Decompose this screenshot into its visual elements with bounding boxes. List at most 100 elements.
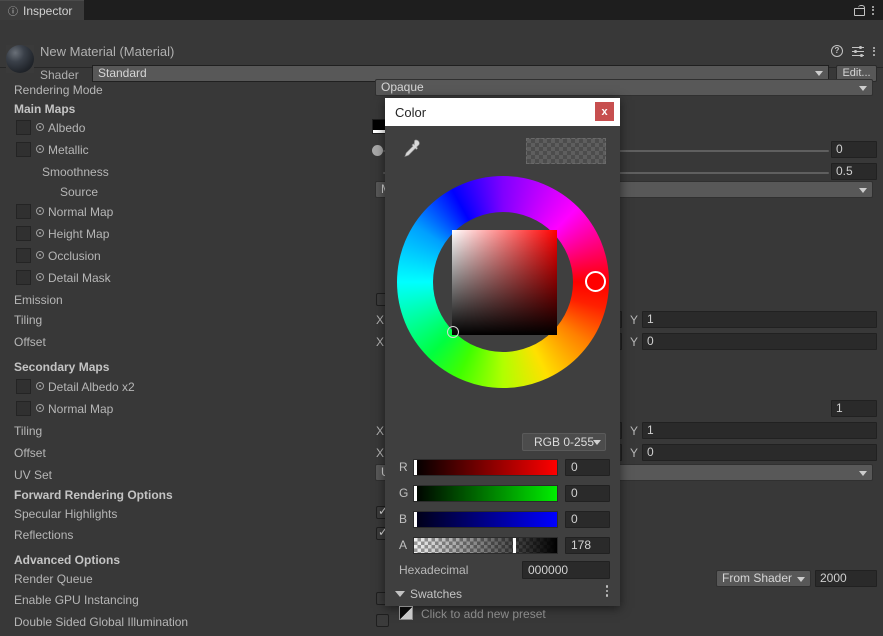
smoothness-value-field[interactable]: 0.5 bbox=[831, 163, 877, 180]
rendering-mode-dropdown[interactable]: Opaque bbox=[375, 79, 873, 96]
main-tiling-x-label: X bbox=[376, 313, 385, 327]
lock-icon[interactable] bbox=[854, 4, 865, 16]
channel-b-slider[interactable] bbox=[413, 511, 558, 528]
channel-row-r: R 0 bbox=[385, 457, 620, 479]
main-tiling-label: Tiling bbox=[14, 313, 43, 327]
chevron-down-icon bbox=[593, 440, 601, 445]
secondary-offset-label: Offset bbox=[14, 446, 46, 460]
info-icon: ⓘ bbox=[8, 7, 18, 18]
channel-r-field[interactable]: 0 bbox=[565, 459, 610, 476]
add-preset-swatch-button[interactable] bbox=[399, 606, 413, 620]
double-sided-gi-checkbox[interactable] bbox=[376, 614, 389, 627]
material-kebab-menu-icon[interactable] bbox=[873, 46, 875, 56]
detail-mask-texture-slot[interactable] bbox=[16, 270, 31, 285]
channel-row-g: G 0 bbox=[385, 483, 620, 505]
channel-r-knob[interactable] bbox=[414, 460, 417, 475]
main-offset-label: Offset bbox=[14, 335, 46, 349]
swatches-kebab-menu-icon[interactable] bbox=[605, 585, 608, 597]
specular-highlights-label: Specular Highlights bbox=[14, 507, 118, 521]
channel-a-knob[interactable] bbox=[513, 538, 516, 553]
albedo-select-icon[interactable] bbox=[36, 123, 44, 131]
saturation-value-square[interactable] bbox=[452, 230, 557, 335]
rendering-mode-label: Rendering Mode bbox=[14, 83, 103, 97]
tab-inspector-label: Inspector bbox=[23, 3, 73, 18]
channel-b-knob[interactable] bbox=[414, 512, 417, 527]
channel-g-slider[interactable] bbox=[413, 485, 558, 502]
channel-a-slider[interactable] bbox=[413, 537, 558, 554]
channel-b-label: B bbox=[399, 512, 408, 526]
main-tiling-y-field[interactable]: 1 bbox=[642, 311, 877, 328]
advanced-options-header: Advanced Options bbox=[14, 553, 121, 567]
channel-g-knob[interactable] bbox=[414, 486, 417, 501]
metallic-value-field[interactable]: 0 bbox=[831, 141, 877, 158]
render-queue-label: Render Queue bbox=[14, 572, 93, 586]
eyedropper-icon[interactable] bbox=[399, 138, 421, 160]
tab-bar-icons bbox=[854, 4, 883, 16]
material-title: New Material (Material) bbox=[40, 44, 175, 59]
emission-label: Emission bbox=[14, 293, 63, 307]
color-picker-titlebar[interactable]: Color x bbox=[385, 98, 620, 126]
main-offset-y-field[interactable]: 0 bbox=[642, 333, 877, 350]
secondary-tiling-y-field[interactable]: 1 bbox=[642, 422, 877, 439]
preset-icon[interactable] bbox=[852, 45, 864, 57]
occlusion-texture-slot[interactable] bbox=[16, 248, 31, 263]
color-picker-body: RGB 0-255 R 0 G 0 B 0 A 178 Hexadecimal … bbox=[385, 126, 620, 621]
detail-albedo-select-icon[interactable] bbox=[36, 382, 44, 390]
tab-inspector[interactable]: ⓘ Inspector bbox=[0, 0, 85, 20]
channel-r-slider[interactable] bbox=[413, 459, 558, 476]
secondary-maps-header: Secondary Maps bbox=[14, 360, 110, 374]
secondary-normal-map-texture-slot[interactable] bbox=[16, 401, 31, 416]
channel-g-label: G bbox=[399, 486, 409, 500]
hexadecimal-label: Hexadecimal bbox=[399, 563, 469, 577]
channel-r-label: R bbox=[399, 460, 408, 474]
color-picker-dialog: Color x RGB 0-255 R 0 G 0 B 0 A 178 Hexa… bbox=[385, 98, 620, 621]
render-queue-mode-dropdown[interactable]: From Shader bbox=[716, 570, 811, 587]
color-wheel[interactable] bbox=[390, 176, 615, 401]
render-queue-value-field[interactable]: 2000 bbox=[815, 570, 877, 587]
color-alpha-preview bbox=[526, 138, 606, 164]
chevron-down-icon bbox=[859, 188, 867, 193]
hexadecimal-field[interactable]: 000000 bbox=[522, 561, 610, 579]
height-map-label: Height Map bbox=[48, 227, 110, 241]
rendering-mode-value: Opaque bbox=[381, 80, 424, 94]
secondary-normal-map-select-icon[interactable] bbox=[36, 404, 44, 412]
height-map-texture-slot[interactable] bbox=[16, 226, 31, 241]
metallic-slider-knob[interactable] bbox=[372, 145, 383, 156]
saturation-value-marker[interactable] bbox=[447, 326, 459, 338]
hue-marker[interactable] bbox=[585, 271, 606, 292]
secondary-offset-y-field[interactable]: 0 bbox=[642, 444, 877, 461]
occlusion-select-icon[interactable] bbox=[36, 251, 44, 259]
normal-map-select-icon[interactable] bbox=[36, 207, 44, 215]
detail-normal-scale-field[interactable]: 1 bbox=[831, 400, 877, 417]
color-mode-dropdown[interactable]: RGB 0-255 bbox=[522, 433, 606, 451]
normal-map-texture-slot[interactable] bbox=[16, 204, 31, 219]
detail-mask-select-icon[interactable] bbox=[36, 273, 44, 281]
main-offset-x-label: X bbox=[376, 335, 385, 349]
secondary-tiling-x-label: X bbox=[376, 424, 385, 438]
help-icon[interactable]: ? bbox=[831, 45, 843, 57]
channel-a-field[interactable]: 178 bbox=[565, 537, 610, 554]
color-mode-value: RGB 0-255 bbox=[533, 435, 595, 449]
metallic-select-icon[interactable] bbox=[36, 145, 44, 153]
detail-albedo-label: Detail Albedo x2 bbox=[48, 380, 135, 394]
height-map-select-icon[interactable] bbox=[36, 229, 44, 237]
inspector-tab-bar: ⓘ Inspector bbox=[0, 0, 883, 20]
metallic-texture-slot[interactable] bbox=[16, 142, 31, 157]
render-queue-mode-value: From Shader bbox=[722, 571, 793, 585]
secondary-offset-y-label: Y bbox=[630, 446, 639, 460]
close-icon[interactable]: x bbox=[595, 102, 614, 121]
kebab-menu-icon[interactable] bbox=[872, 5, 874, 15]
swatches-header[interactable]: Swatches bbox=[395, 587, 462, 601]
enable-gpu-instancing-label: Enable GPU Instancing bbox=[14, 593, 139, 607]
main-offset-y-label: Y bbox=[630, 335, 639, 349]
albedo-texture-slot[interactable] bbox=[16, 120, 31, 135]
channel-b-field[interactable]: 0 bbox=[565, 511, 610, 528]
reflections-label: Reflections bbox=[14, 528, 74, 542]
channel-g-field[interactable]: 0 bbox=[565, 485, 610, 502]
detail-albedo-texture-slot[interactable] bbox=[16, 379, 31, 394]
albedo-label: Albedo bbox=[48, 121, 86, 135]
secondary-tiling-label: Tiling bbox=[14, 424, 43, 438]
smoothness-source-label: Source bbox=[60, 185, 99, 199]
secondary-normal-map-label: Normal Map bbox=[48, 402, 114, 416]
occlusion-label: Occlusion bbox=[48, 249, 101, 263]
